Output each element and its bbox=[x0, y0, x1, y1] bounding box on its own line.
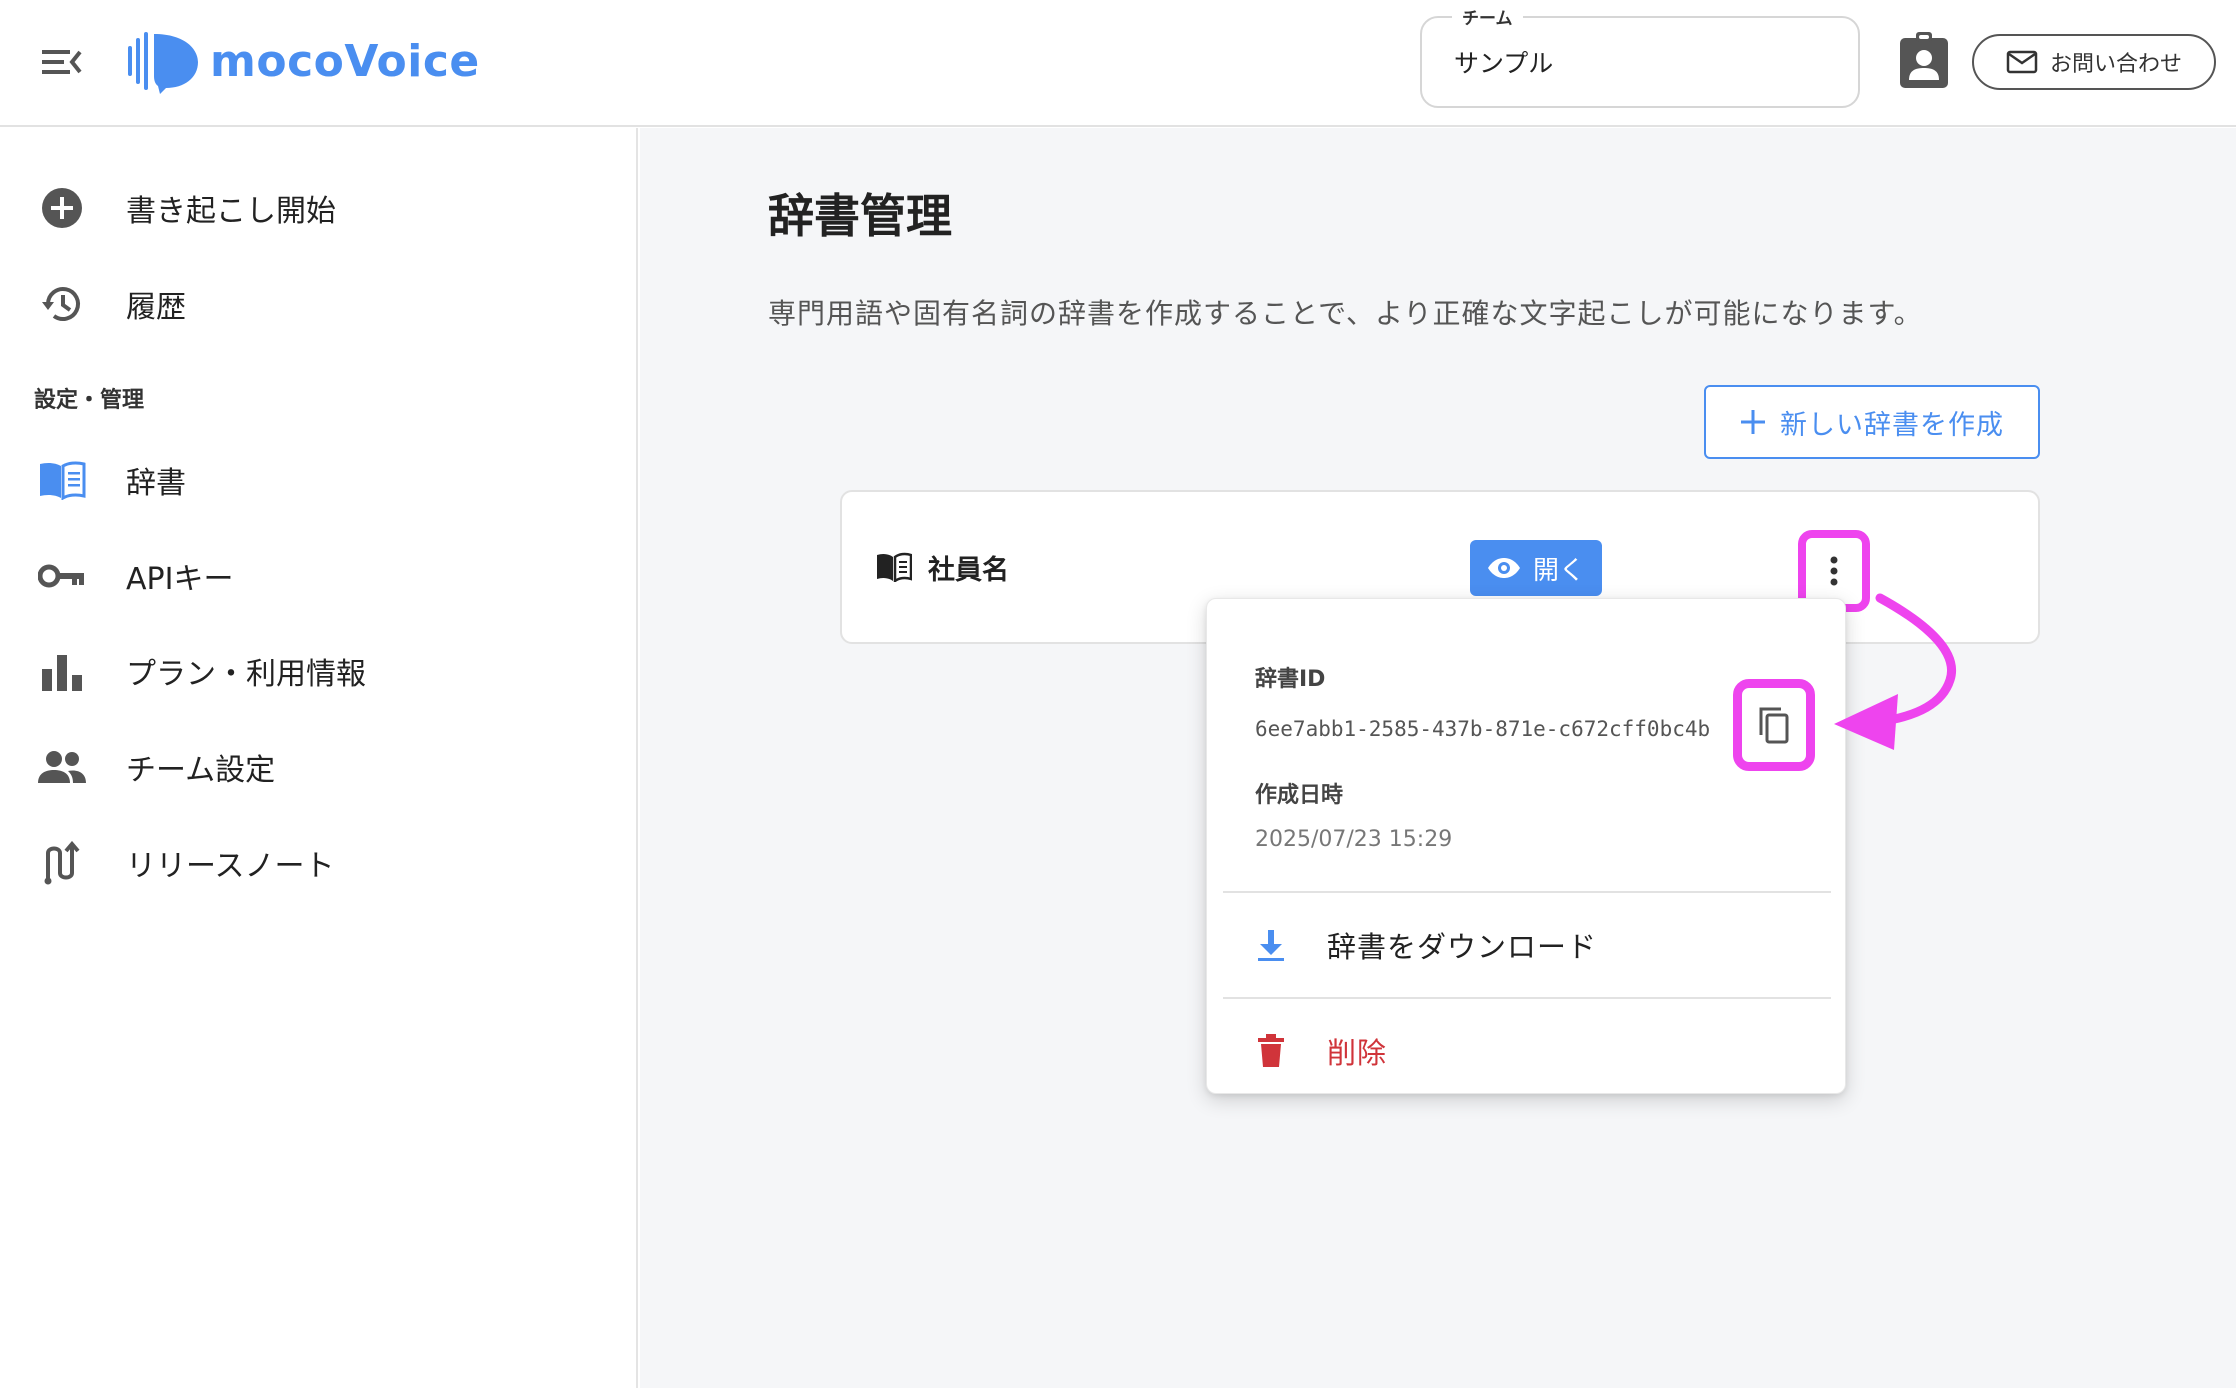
sidebar-item-transcribe[interactable]: 書き起こし開始 bbox=[0, 168, 636, 248]
contact-button[interactable]: お問い合わせ bbox=[1972, 34, 2216, 90]
sidebar-item-label: プラン・利用情報 bbox=[126, 657, 366, 692]
sidebar-item-label: 辞書 bbox=[126, 466, 186, 501]
download-icon bbox=[1255, 927, 1287, 963]
add-circle-icon bbox=[38, 184, 86, 232]
dictionary-id-label: 辞書ID bbox=[1255, 667, 1326, 692]
annotation-arrow-icon bbox=[1834, 593, 1956, 750]
sidebar-item-label: 書き起こし開始 bbox=[126, 194, 336, 229]
page-description: 専門用語や固有名詞の辞書を作成することで、より正確な文字起こしが可能になります。 bbox=[768, 297, 1923, 330]
download-dictionary-item[interactable]: 辞書をダウンロード bbox=[1207, 893, 1847, 997]
open-dictionary-button[interactable]: 開く bbox=[1470, 540, 1602, 596]
app-header: mocoVoice チーム サンプル お問い合わせ bbox=[0, 0, 2236, 127]
bar-chart-icon bbox=[38, 647, 86, 695]
profile-badge-icon[interactable] bbox=[1898, 30, 1950, 90]
eye-icon bbox=[1487, 558, 1520, 578]
dictionary-options-menu: 辞書ID 6ee7abb1-2585-437b-871e-c672cff0bc4… bbox=[1206, 598, 1846, 1094]
book-icon bbox=[876, 552, 913, 584]
team-field-value: サンプル bbox=[1454, 49, 1554, 78]
copy-id-button[interactable] bbox=[1733, 679, 1815, 771]
dictionary-id-value: 6ee7abb1-2585-437b-871e-c672cff0bc4b bbox=[1255, 717, 1711, 741]
book-icon bbox=[38, 456, 86, 504]
created-at-label: 作成日時 bbox=[1255, 783, 1344, 808]
main-content: 辞書管理 専門用語や固有名詞の辞書を作成することで、より正確な文字起こしが可能に… bbox=[640, 128, 2236, 1388]
sidebar-item-plan[interactable]: プラン・利用情報 bbox=[0, 631, 636, 711]
sidebar: 書き起こし開始 履歴 設定・管理 辞書 APIキー プラン・利用情報 チーム設定… bbox=[0, 128, 638, 1388]
people-icon bbox=[38, 743, 86, 791]
delete-item-label: 削除 bbox=[1327, 1036, 1388, 1070]
page-title: 辞書管理 bbox=[768, 189, 952, 243]
sidebar-item-label: リリースノート bbox=[126, 849, 335, 884]
new-dictionary-button-label: 新しい辞書を作成 bbox=[1780, 409, 2004, 441]
created-at-value: 2025/07/23 15:29 bbox=[1255, 827, 1453, 852]
sidebar-item-api-key[interactable]: APIキー bbox=[0, 536, 636, 616]
sidebar-section-title: 設定・管理 bbox=[34, 388, 145, 413]
copy-icon bbox=[1759, 707, 1789, 744]
brand-logo[interactable]: mocoVoice bbox=[126, 28, 480, 94]
more-vert-icon bbox=[1830, 556, 1838, 586]
sidebar-item-label: チーム設定 bbox=[126, 753, 276, 788]
release-note-icon bbox=[38, 839, 86, 887]
brand-name: mocoVoice bbox=[210, 35, 480, 87]
sidebar-item-history[interactable]: 履歴 bbox=[0, 264, 636, 344]
mail-icon bbox=[2006, 50, 2038, 74]
brand-mark-icon bbox=[128, 32, 198, 94]
history-icon bbox=[38, 280, 86, 328]
key-icon bbox=[38, 552, 86, 600]
delete-dictionary-item[interactable]: 削除 bbox=[1207, 999, 1847, 1103]
dictionary-name: 社員名 bbox=[928, 555, 1009, 586]
sidebar-item-label: 履歴 bbox=[126, 290, 186, 325]
open-button-label: 開く bbox=[1532, 555, 1585, 586]
menu-collapse-icon[interactable] bbox=[40, 42, 86, 82]
team-select[interactable]: チーム サンプル bbox=[1420, 4, 1860, 108]
sidebar-item-release-notes[interactable]: リリースノート bbox=[0, 823, 636, 903]
contact-button-label: お問い合わせ bbox=[2049, 52, 2182, 77]
plus-icon bbox=[1741, 410, 1765, 434]
trash-icon bbox=[1255, 1033, 1287, 1069]
new-dictionary-button[interactable]: 新しい辞書を作成 bbox=[1704, 385, 2040, 459]
sidebar-item-dictionary[interactable]: 辞書 bbox=[0, 440, 636, 520]
team-field-label: チーム bbox=[1452, 4, 1523, 29]
sidebar-item-team-settings[interactable]: チーム設定 bbox=[0, 727, 636, 807]
sidebar-item-label: APIキー bbox=[126, 562, 234, 597]
download-item-label: 辞書をダウンロード bbox=[1327, 930, 1598, 964]
